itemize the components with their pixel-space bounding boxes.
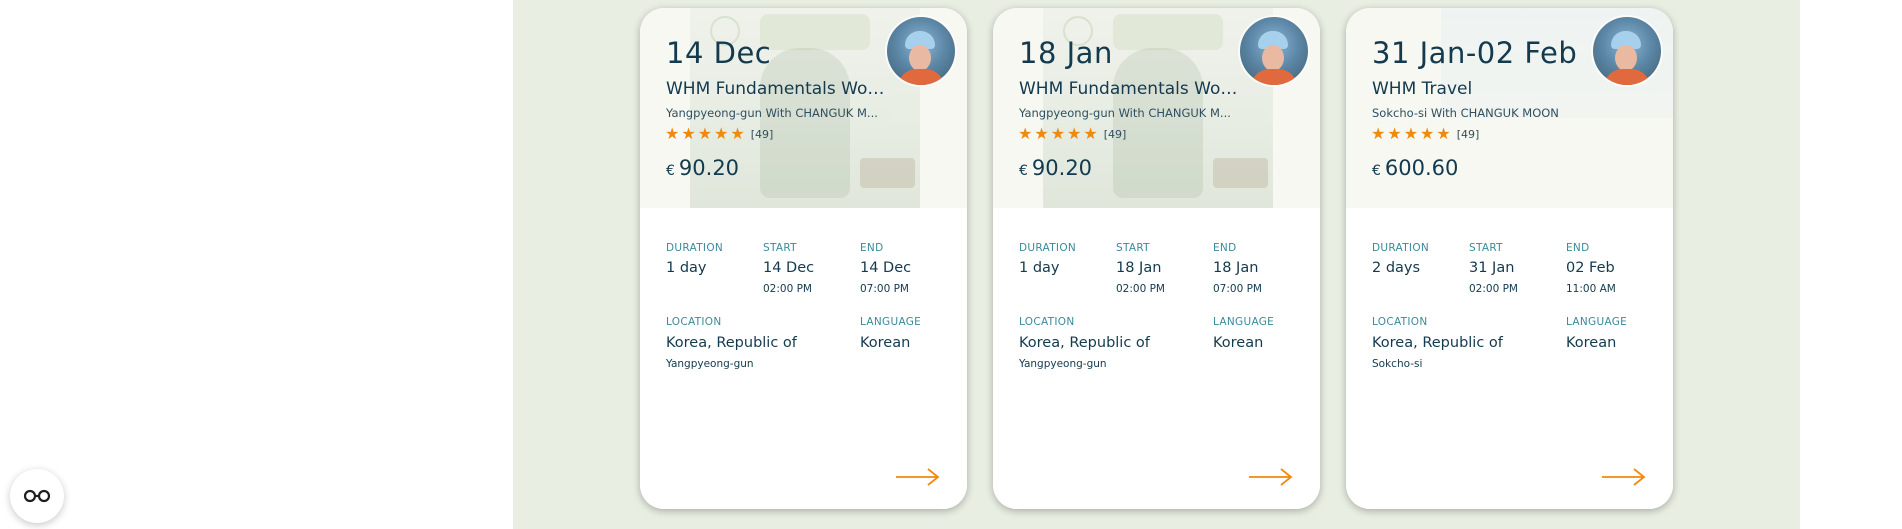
star-icon: ★ [1403,124,1419,143]
star-icon: ★ [1018,124,1033,143]
card-details: DURATION 2 days START 31 Jan 02:00 PM EN… [1346,208,1673,509]
currency-symbol: € [666,163,675,179]
star-icon: ★ [1387,124,1402,143]
card-details: DURATION 1 day START 18 Jan 02:00 PM END… [993,208,1320,509]
end-time: 07:00 PM [1213,283,1262,295]
event-date: 14 Dec [666,36,772,70]
star-icon: ★ [1420,124,1435,143]
duration-value: 2 days [1372,260,1421,276]
language-label: LANGUAGE [860,316,922,328]
event-title[interactable]: WHM Fundamentals Work... [666,79,888,99]
star-icon: ★ [1050,124,1066,143]
event-date: 31 Jan-02 Feb [1372,36,1578,70]
start-date: 14 Dec [763,260,815,276]
event-card[interactable]: 18 Jan WHM Fundamentals Work... Yangpyeo… [993,8,1320,509]
event-host: Sokcho-si With CHANGUK MOON [1372,106,1559,120]
card-details: DURATION 1 day START 14 Dec 02:00 PM END… [640,208,967,509]
start-label: START [1116,242,1150,254]
star-icon: ★ [665,124,680,143]
price-value: 90.20 [678,156,740,180]
start-label: START [1469,242,1503,254]
event-host: Yangpyeong-gun With CHANGUK M... [1019,106,1231,120]
end-time: 07:00 PM [860,283,909,295]
location-city: Yangpyeong-gun [1019,358,1107,370]
arrow-right-icon[interactable] [1247,466,1295,488]
host-avatar [1240,17,1308,85]
rating: ★ ★ ★ ★ ★ [49] [1018,126,1126,142]
event-card[interactable]: 14 Dec WHM Fundamentals Work... Yangpyeo… [640,8,967,509]
duration-value: 1 day [1019,260,1060,276]
star-icon: ★ [1371,124,1386,143]
star-icon: ★ [730,124,745,143]
star-icon: ★ [1067,124,1082,143]
location-city: Yangpyeong-gun [666,358,754,370]
end-date: 02 Feb [1566,260,1615,276]
language-value: Korean [860,335,911,351]
language-label: LANGUAGE [1566,316,1628,328]
start-date: 18 Jan [1116,260,1162,276]
arrow-right-icon[interactable] [1600,466,1648,488]
event-title[interactable]: WHM Fundamentals Work... [1019,79,1241,99]
star-icon: ★ [697,124,713,143]
host-avatar [887,17,955,85]
language-value: Korean [1213,335,1264,351]
event-price: €90.20 [666,156,739,180]
currency-symbol: € [1372,163,1381,179]
start-time: 02:00 PM [763,283,812,295]
price-value: 600.60 [1384,156,1459,180]
location-country: Korea, Republic of [1019,335,1150,351]
host-avatar [1593,17,1661,85]
events-panel: 14 Dec WHM Fundamentals Work... Yangpyeo… [513,0,1800,529]
duration-value: 1 day [666,260,707,276]
event-date: 18 Jan [1019,36,1113,70]
card-header: 18 Jan WHM Fundamentals Work... Yangpyeo… [993,8,1320,208]
duration-label: DURATION [1019,242,1077,254]
location-city: Sokcho-si [1372,358,1423,370]
review-count: [49] [1456,127,1480,141]
event-card[interactable]: 31 Jan-02 Feb WHM Travel Sokcho-si With … [1346,8,1673,509]
star-icon: ★ [1034,124,1049,143]
review-count: [49] [1103,127,1127,141]
duration-label: DURATION [666,242,724,254]
end-time: 11:00 AM [1566,283,1616,295]
end-label: END [1213,242,1237,254]
event-price: €90.20 [1019,156,1092,180]
glasses-icon [23,489,51,503]
start-label: START [763,242,797,254]
star-icon: ★ [1436,124,1451,143]
end-label: END [1566,242,1590,254]
currency-symbol: € [1019,163,1028,179]
star-icon: ★ [1083,124,1098,143]
location-label: LOCATION [1019,316,1075,328]
location-country: Korea, Republic of [666,335,797,351]
location-label: LOCATION [666,316,722,328]
star-icon: ★ [714,124,729,143]
price-value: 90.20 [1031,156,1093,180]
card-header: 14 Dec WHM Fundamentals Work... Yangpyeo… [640,8,967,208]
location-label: LOCATION [1372,316,1428,328]
rating: ★ ★ ★ ★ ★ [49] [665,126,773,142]
event-price: €600.60 [1372,156,1458,180]
end-date: 18 Jan [1213,260,1259,276]
location-country: Korea, Republic of [1372,335,1503,351]
rating: ★ ★ ★ ★ ★ [49] [1371,126,1479,142]
start-time: 02:00 PM [1116,283,1165,295]
event-title[interactable]: WHM Travel [1372,79,1594,99]
floating-action-button[interactable] [10,469,64,523]
start-date: 31 Jan [1469,260,1515,276]
language-label: LANGUAGE [1213,316,1275,328]
start-time: 02:00 PM [1469,283,1518,295]
event-host: Yangpyeong-gun With CHANGUK M... [666,106,878,120]
end-label: END [860,242,884,254]
end-date: 14 Dec [860,260,912,276]
review-count: [49] [750,127,774,141]
duration-label: DURATION [1372,242,1430,254]
card-header: 31 Jan-02 Feb WHM Travel Sokcho-si With … [1346,8,1673,208]
arrow-right-icon[interactable] [894,466,942,488]
star-icon: ★ [681,124,696,143]
language-value: Korean [1566,335,1617,351]
